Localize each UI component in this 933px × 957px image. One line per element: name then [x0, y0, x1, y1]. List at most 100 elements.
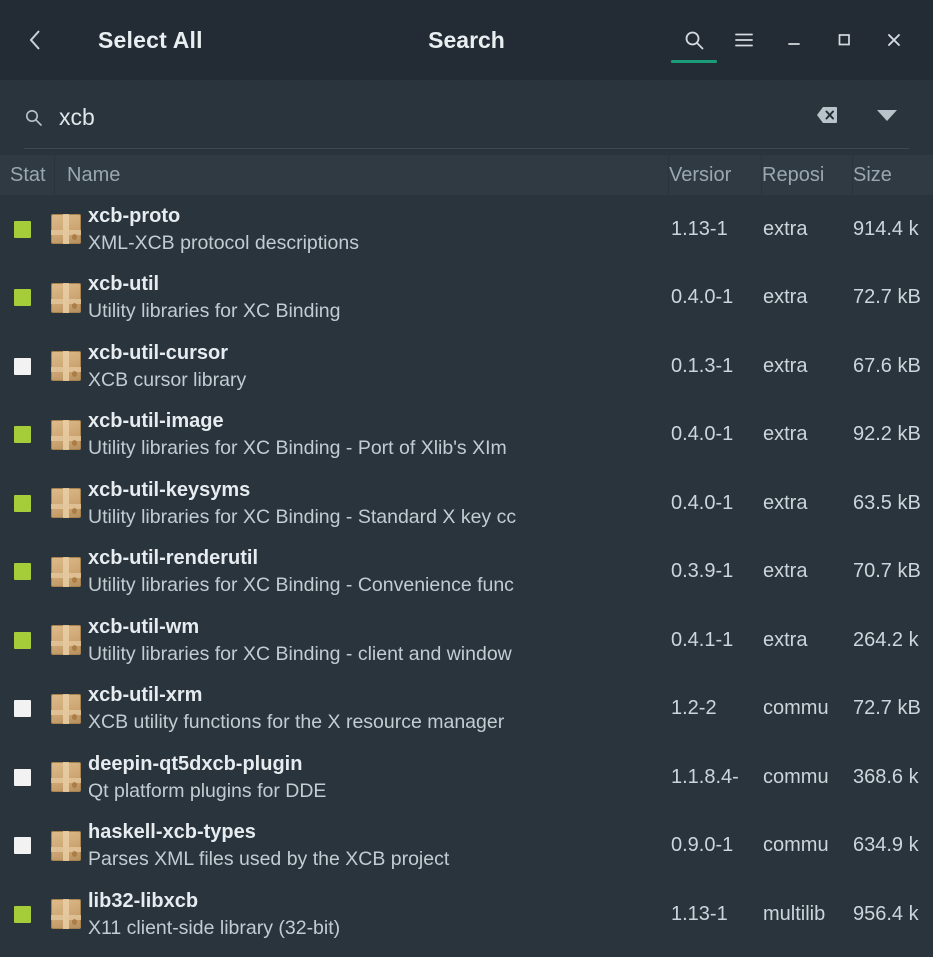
table-row[interactable]: xcb-util-renderutil Utility libraries for…	[0, 538, 933, 607]
status-checkbox[interactable]	[0, 357, 44, 375]
package-size: 72.7 kB	[853, 697, 921, 720]
search-icon	[24, 108, 43, 127]
package-box-icon	[44, 762, 88, 793]
back-button[interactable]	[8, 12, 64, 68]
package-repository: extra	[763, 560, 808, 583]
close-button[interactable]	[869, 0, 919, 80]
package-version: 0.4.0-1	[671, 286, 734, 309]
backspace-clear-icon	[816, 106, 838, 129]
minimize-button[interactable]	[769, 0, 819, 80]
column-header-size[interactable]: Size	[853, 164, 933, 187]
table-row[interactable]: xcb-util-keysyms Utility libraries for XC…	[0, 469, 933, 538]
close-icon	[884, 31, 904, 49]
installed-status-icon	[13, 494, 31, 512]
package-name-cell[interactable]: xcb-util Utility libraries for XC Binding	[88, 271, 671, 324]
table-row[interactable]: deepin-qt5dxcb-plugin Qt platform plugins…	[0, 743, 933, 812]
package-description: Utility libraries for XC Binding - Stand…	[88, 505, 517, 528]
package-description: XML-XCB protocol descriptions	[88, 231, 359, 254]
package-name-cell[interactable]: xcb-util-xrm XCB utility functions for th…	[88, 682, 671, 735]
maximize-icon	[834, 31, 854, 49]
package-name-cell[interactable]: xcb-proto XML-XCB protocol descriptions	[88, 203, 671, 256]
select-all-button[interactable]: Select All	[98, 27, 203, 54]
package-version: 0.3.9-1	[671, 560, 734, 583]
package-description: XCB utility functions for the X resource…	[88, 711, 505, 734]
package-name-cell[interactable]: haskell-xcb-types Parses XML files used b…	[88, 819, 671, 872]
package-size: 368.6 k	[853, 765, 919, 788]
package-list[interactable]: xcb-proto XML-XCB protocol descriptions 1.…	[0, 195, 933, 957]
status-checkbox[interactable]	[0, 426, 44, 444]
package-name: xcb-util-wm	[88, 615, 200, 638]
column-header-repository[interactable]: Reposi	[762, 164, 852, 187]
titlebar: Select All Search	[0, 0, 933, 80]
package-name-cell[interactable]: xcb-util-image Utility libraries for XC B…	[88, 408, 671, 461]
search-toggle-button[interactable]	[669, 0, 719, 80]
status-checkbox[interactable]	[0, 700, 44, 718]
table-header: Stat Name Versior Reposi Size	[0, 155, 933, 195]
package-description: Utility libraries for XC Binding - Conve…	[88, 574, 514, 597]
search-options-dropdown[interactable]	[869, 108, 905, 127]
table-row[interactable]: xcb-util-wm Utility libraries for XC Bind…	[0, 606, 933, 675]
status-checkbox[interactable]	[0, 837, 44, 855]
search-bar	[0, 80, 933, 155]
maximize-button[interactable]	[819, 0, 869, 80]
status-checkbox[interactable]	[0, 289, 44, 307]
status-checkbox[interactable]	[0, 220, 44, 238]
package-version: 0.1.3-1	[671, 354, 734, 377]
package-name-cell[interactable]: lib32-libxcb X11 client-side library (32-…	[88, 888, 671, 941]
menu-button[interactable]	[719, 0, 769, 80]
package-box-icon	[44, 282, 88, 313]
status-checkbox[interactable]	[0, 494, 44, 512]
package-size: 914.4 k	[853, 217, 919, 240]
column-header-status[interactable]: Stat	[0, 164, 54, 187]
package-size: 92.2 kB	[853, 423, 921, 446]
package-box-icon	[44, 419, 88, 450]
package-name-cell[interactable]: deepin-qt5dxcb-plugin Qt platform plugins…	[88, 751, 671, 804]
status-checkbox[interactable]	[0, 768, 44, 786]
search-input[interactable]	[59, 104, 809, 131]
package-name: xcb-util	[88, 273, 160, 296]
package-name-cell[interactable]: xcb-util-cursor XCB cursor library	[88, 340, 671, 393]
table-row[interactable]: xcb-util-xrm XCB utility functions for th…	[0, 675, 933, 744]
window-actions	[669, 0, 933, 80]
table-row[interactable]: xcb-proto XML-XCB protocol descriptions 1.…	[0, 195, 933, 264]
installed-status-icon	[13, 426, 31, 444]
package-name: xcb-util-renderutil	[88, 547, 259, 570]
package-size: 634.9 k	[853, 834, 919, 857]
package-box-icon	[44, 830, 88, 861]
not-installed-status-icon	[13, 837, 31, 855]
column-header-version[interactable]: Versior	[669, 164, 761, 187]
installed-status-icon	[13, 563, 31, 581]
package-name-cell[interactable]: xcb-util-renderutil Utility libraries for…	[88, 545, 671, 598]
package-box-icon	[44, 488, 88, 519]
table-row[interactable]: lib32-libxcb X11 client-side library (32-…	[0, 880, 933, 949]
package-repository: commu	[763, 834, 829, 857]
clear-search-button[interactable]	[809, 106, 845, 129]
table-row[interactable]: haskell-xcb-types Parses XML files used b…	[0, 812, 933, 881]
package-box-icon	[44, 214, 88, 245]
package-box-icon	[44, 625, 88, 656]
status-checkbox[interactable]	[0, 631, 44, 649]
package-repository: extra	[763, 628, 808, 651]
package-description: Qt platform plugins for DDE	[88, 779, 327, 802]
package-name-cell[interactable]: xcb-util-wm Utility libraries for XC Bind…	[88, 614, 671, 667]
package-name: xcb-util-cursor	[88, 341, 229, 364]
installed-status-icon	[13, 631, 31, 649]
installed-status-icon	[13, 905, 31, 923]
package-name: xcb-util-keysyms	[88, 478, 251, 501]
package-name: lib32-libxcb	[88, 889, 199, 912]
status-checkbox[interactable]	[0, 905, 44, 923]
package-version: 0.4.0-1	[671, 423, 734, 446]
table-row[interactable]: xcb-util Utility libraries for XC Binding…	[0, 264, 933, 333]
package-repository: extra	[763, 286, 808, 309]
package-name: haskell-xcb-types	[88, 821, 256, 844]
status-checkbox[interactable]	[0, 563, 44, 581]
package-name-cell[interactable]: xcb-util-keysyms Utility libraries for XC…	[88, 477, 671, 530]
table-row[interactable]: xcb-util-image Utility libraries for XC B…	[0, 401, 933, 470]
package-repository: commu	[763, 765, 829, 788]
table-row[interactable]: xcb-util-cursor XCB cursor library 0.1.3-1…	[0, 332, 933, 401]
package-version: 0.4.1-1	[671, 628, 734, 651]
package-name: deepin-qt5dxcb-plugin	[88, 752, 303, 775]
installed-status-icon	[13, 289, 31, 307]
column-header-name[interactable]: Name	[55, 164, 668, 187]
package-description: Utility libraries for XC Binding	[88, 300, 341, 323]
